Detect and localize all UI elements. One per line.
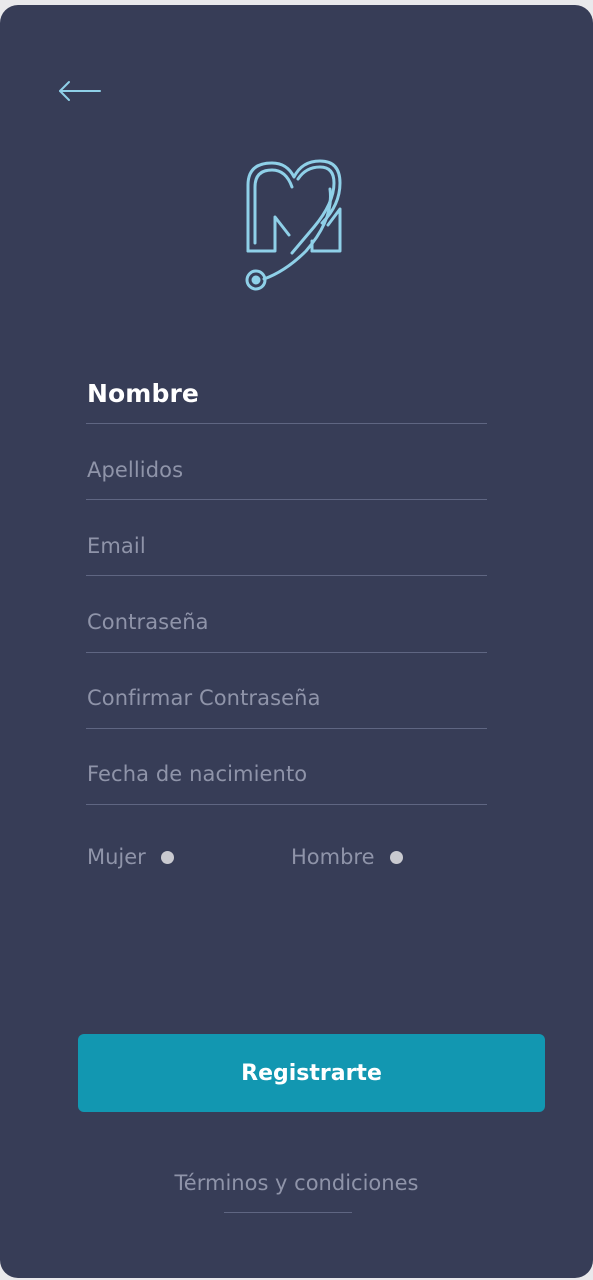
back-arrow-icon	[59, 81, 101, 101]
field-apellidos-label: Apellidos	[87, 458, 184, 482]
terms-link[interactable]: Términos y condiciones	[150, 1171, 443, 1195]
terms-underline	[224, 1212, 352, 1213]
register-button[interactable]: Registrarte	[78, 1034, 545, 1112]
app-logo	[242, 159, 350, 295]
radio-hombre[interactable]	[389, 850, 403, 864]
field-fecha-nacimiento[interactable]: Fecha de nacimiento	[86, 754, 487, 805]
gender-option-hombre[interactable]: Hombre	[291, 843, 403, 871]
field-confirmar-contrasena-label: Confirmar Contraseña	[87, 686, 321, 710]
field-email-label: Email	[87, 534, 146, 558]
gender-mujer-label: Mujer	[87, 845, 146, 869]
gender-hombre-label: Hombre	[291, 845, 375, 869]
back-button[interactable]	[56, 75, 104, 107]
field-confirmar-contrasena[interactable]: Confirmar Contraseña	[86, 678, 487, 729]
field-apellidos[interactable]: Apellidos	[86, 449, 487, 500]
gender-option-mujer[interactable]: Mujer	[87, 843, 174, 871]
heart-stethoscope-logo-icon	[245, 159, 342, 291]
field-fecha-nacimiento-label: Fecha de nacimiento	[87, 762, 308, 786]
register-button-label: Registrarte	[241, 1060, 382, 1086]
field-nombre[interactable]: Nombre	[86, 372, 487, 424]
radio-mujer[interactable]	[160, 850, 174, 864]
field-contrasena[interactable]: Contraseña	[86, 602, 487, 653]
field-contrasena-label: Contraseña	[87, 610, 209, 634]
field-nombre-label: Nombre	[87, 379, 199, 408]
register-screen: Nombre Apellidos Email Contraseña Confir…	[0, 5, 593, 1278]
field-email[interactable]: Email	[86, 525, 487, 576]
